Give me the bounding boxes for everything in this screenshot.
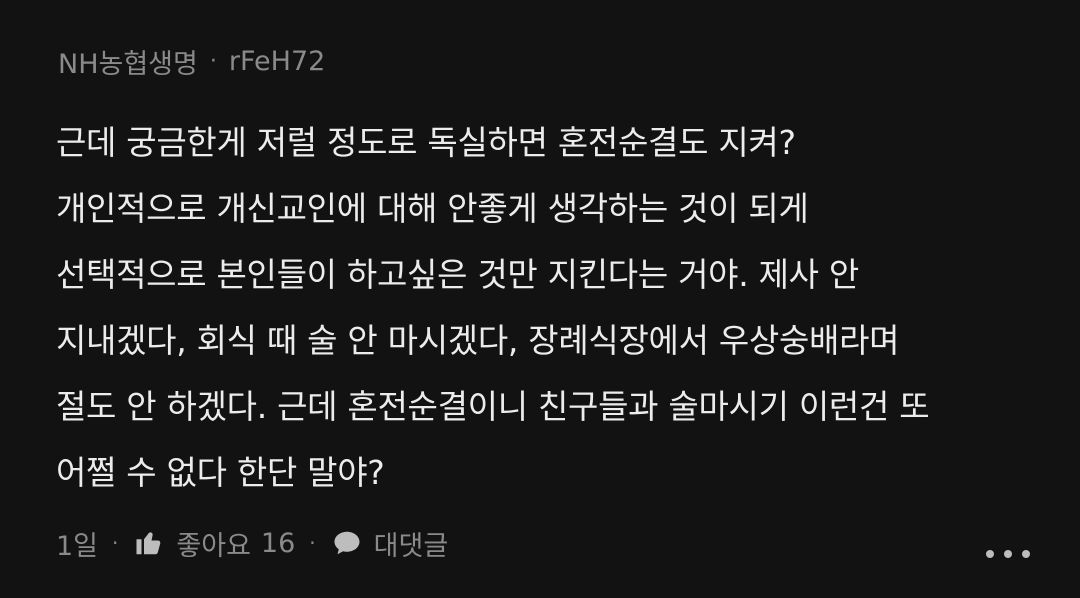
thumbs-up-icon <box>132 526 166 560</box>
comment-line: 어쩔 수 없다 한단 말야? <box>56 453 385 492</box>
comment-line: 지내겠다, 회식 때 술 안 마시겠다, 장례식장에서 우상숭배라며 <box>56 321 900 360</box>
like-count: 16 <box>260 527 296 559</box>
like-label: 좋아요 <box>176 530 251 562</box>
user-id: rFeH72 <box>228 45 326 77</box>
comment-item: NH농협생명 · rFeH72 근데 궁금한게 저럴 정도로 독실하면 혼전순결… <box>0 0 1080 598</box>
dot <box>1022 550 1030 558</box>
comment-meta: NH농협생명 · rFeH72 <box>58 38 1032 84</box>
dot <box>986 550 994 558</box>
footer-separator: · <box>309 531 316 555</box>
comment-time: 1일 <box>56 530 99 562</box>
more-dots-icon[interactable] <box>986 536 1030 572</box>
comment-line: 선택적으로 본인들이 하고싶은 것만 지킨다는 거야. 제사 안 <box>56 255 859 294</box>
reply-button[interactable]: 대댓글 <box>330 524 449 563</box>
author-name[interactable]: NH농협생명 <box>58 42 198 81</box>
footer-separator: · <box>112 531 119 555</box>
comment-line: 개인적으로 개신교인에 대해 안좋게 생각하는 것이 되게 <box>56 189 809 228</box>
meta-separator: · <box>209 48 217 74</box>
like-button[interactable]: 좋아요 16 <box>132 524 295 563</box>
speech-bubble-icon <box>330 526 364 560</box>
reply-label: 대댓글 <box>373 530 449 562</box>
comment-line: 근데 궁금한게 저럴 정도로 독실하면 혼전순결도 지켜? <box>56 123 796 162</box>
comment-body: 근데 궁금한게 저럴 정도로 독실하면 혼전순결도 지켜? 개인적으로 개신교인… <box>56 110 1032 506</box>
comment-footer: 1일 · 좋아요 16 · 대댓글 <box>56 520 448 566</box>
dot <box>1004 550 1012 558</box>
comment-line: 절도 안 하겠다. 근데 혼전순결이니 친구들과 술마시기 이런건 또 <box>56 387 930 426</box>
